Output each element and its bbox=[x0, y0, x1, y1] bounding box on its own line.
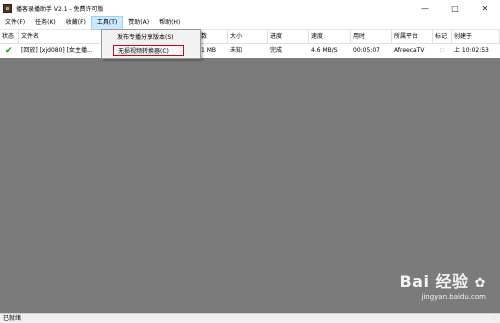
app-icon bbox=[3, 3, 12, 13]
check-icon: ✔ bbox=[5, 46, 13, 56]
window-title: 播客录播助手 V2.1 - 免费许可版 bbox=[16, 5, 104, 13]
column-header-speed[interactable]: 速度 bbox=[309, 30, 351, 44]
column-header-elapsed[interactable]: 用时 bbox=[351, 30, 392, 44]
table-row[interactable]: ✔ [回放] [xjd080] [女主播... 1 MB 未知 完成 4.6 M… bbox=[0, 44, 500, 58]
count-cell: 1 MB bbox=[201, 47, 217, 54]
filename-cell: [回放] [xjd080] [女主播... bbox=[21, 47, 93, 54]
created-cell: 上 10:02:53 bbox=[454, 47, 489, 54]
menu-bar: 文件(F) 任务(K) 收藏(F) 工具(T) 赞助(A) 帮助(H) bbox=[0, 15, 500, 30]
baidu-jingyan-watermark: Bai 经验 ✿ jingyan.baidu.com bbox=[399, 268, 486, 301]
column-header-size[interactable]: 大小 bbox=[228, 30, 268, 44]
column-header-created[interactable]: 创建于 bbox=[452, 30, 500, 44]
column-header-mark[interactable]: 标记 bbox=[433, 30, 452, 44]
watermark-url: jingyan.baidu.com bbox=[421, 293, 486, 301]
paw-icon: ✿ bbox=[474, 276, 486, 291]
menu-file[interactable]: 文件(F) bbox=[0, 16, 30, 30]
menu-favorites[interactable]: 收藏(F) bbox=[61, 16, 91, 30]
column-header-platform[interactable]: 所属平台 bbox=[392, 30, 433, 44]
menu-help[interactable]: 帮助(H) bbox=[154, 16, 185, 30]
mark-cell[interactable]: ⚐ bbox=[433, 44, 452, 58]
watermark-logo: Bai 经验 ✿ bbox=[399, 272, 486, 291]
table-header: 状态 文件名 数 大小 进度 速度 用时 所属平台 标记 创建于 bbox=[0, 30, 500, 44]
menu-sponsor[interactable]: 赞助(A) bbox=[123, 16, 154, 30]
column-header-status[interactable]: 状态 bbox=[0, 30, 19, 44]
menu-task[interactable]: 任务(K) bbox=[30, 16, 61, 30]
flag-icon[interactable]: ⚐ bbox=[439, 47, 445, 55]
close-icon[interactable]: ✕ bbox=[470, 0, 500, 16]
speed-cell: 4.6 MB/S bbox=[311, 47, 338, 54]
status-cell: ✔ bbox=[0, 44, 19, 58]
menu-tools[interactable]: 工具(T) bbox=[90, 15, 124, 30]
status-bar: 已就绪 ⋱ bbox=[0, 313, 500, 323]
platform-cell: AfreecaTV bbox=[394, 47, 425, 54]
status-text: 已就绪 bbox=[3, 315, 22, 322]
maximize-icon[interactable]: □ bbox=[440, 0, 470, 16]
title-bar: 播客录播助手 V2.1 - 免费许可版 — □ ✕ bbox=[0, 0, 500, 16]
window-controls: — □ ✕ bbox=[410, 0, 500, 16]
progress-cell: 完成 bbox=[270, 47, 283, 54]
size-cell: 未知 bbox=[230, 47, 243, 54]
tools-dropdown-menu: 发布专播分享版本(S) 无损视频转换器(C) bbox=[101, 29, 201, 59]
column-header-progress[interactable]: 进度 bbox=[268, 30, 309, 44]
task-table: 状态 文件名 数 大小 进度 速度 用时 所属平台 标记 创建于 ✔ [回放] … bbox=[0, 30, 500, 58]
minimize-icon[interactable]: — bbox=[410, 0, 440, 16]
resize-grip-icon[interactable]: ⋱ bbox=[492, 315, 498, 322]
column-header-count[interactable]: 数 bbox=[199, 30, 228, 44]
menu-item-lossless-converter[interactable]: 无损视频转换器(C) bbox=[113, 45, 184, 56]
elapsed-cell: 00:05:07 bbox=[353, 47, 380, 54]
menu-item-publish-share[interactable]: 发布专播分享版本(S) bbox=[117, 32, 174, 43]
